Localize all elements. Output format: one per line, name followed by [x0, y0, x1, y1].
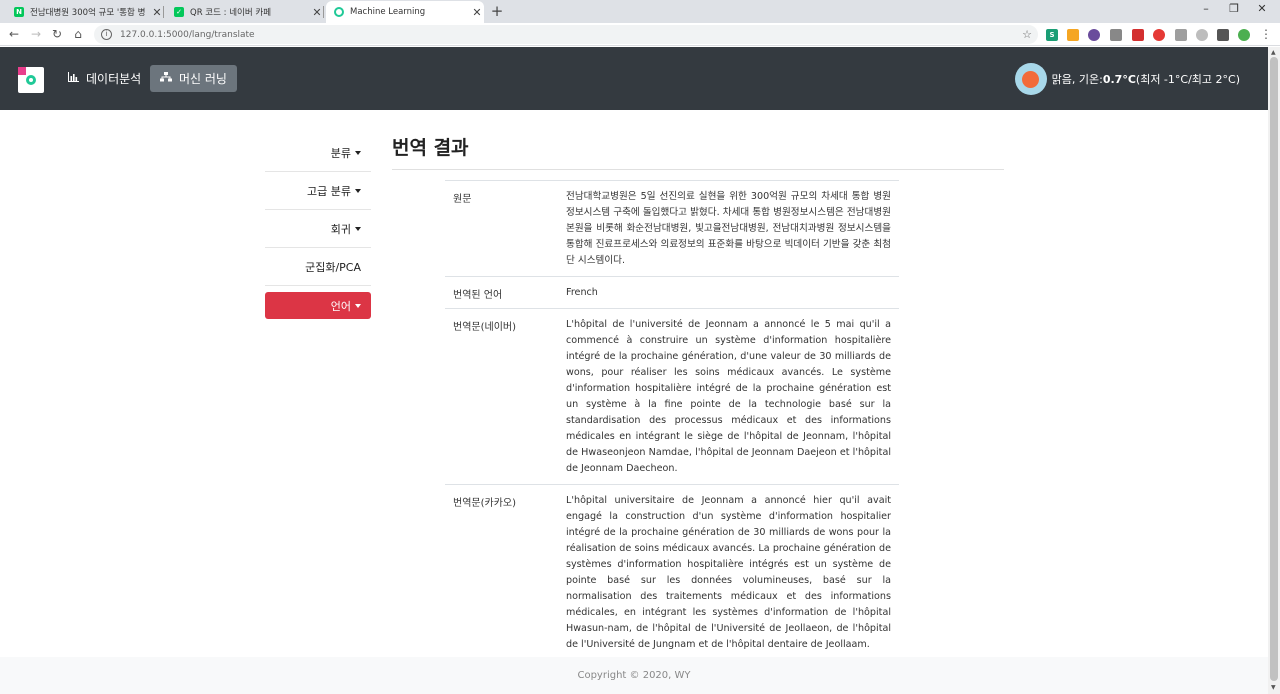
result-table: 원문 전남대학교병원은 5일 선진의료 실현을 위한 300억원 규모의 차세대…: [445, 180, 899, 660]
sidebar-item-label: 군집화/PCA: [305, 260, 361, 274]
scroll-down-icon[interactable]: ▼: [1271, 684, 1276, 691]
row-value: French: [566, 287, 598, 298]
browser-tab-title: 전남대병원 300억 규모 '통합 병: [30, 8, 146, 18]
bookmark-star-icon[interactable]: ☆: [1022, 28, 1032, 41]
browser-tab-1[interactable]: N 전남대병원 300억 규모 '통합 병 ✕: [6, 1, 164, 23]
browser-tab-2[interactable]: ✓ QR 코드 : 네이버 카페 ✕: [166, 1, 324, 23]
scrollbar-thumb[interactable]: [1270, 57, 1278, 681]
close-tab-icon[interactable]: ✕: [310, 6, 324, 19]
close-window-icon[interactable]: ✕: [1250, 2, 1274, 15]
copyright-text: Copyright © 2020, WY: [577, 670, 691, 681]
nav-data-analysis[interactable]: 데이터분석: [58, 65, 151, 92]
weather-range: (최저 -1°C/최고 2°C): [1135, 73, 1240, 86]
row-value: 전남대학교병원은 5일 선진의료 실현을 위한 300억원 규모의 차세대 통합…: [566, 191, 891, 266]
weather-temperature: 0.7°C: [1102, 72, 1136, 86]
sunny-weather-icon: [1014, 63, 1047, 95]
profile-avatar-icon[interactable]: [1238, 29, 1250, 41]
sitemap-icon: [160, 72, 172, 85]
sidebar-item-regression[interactable]: 회귀: [265, 210, 371, 248]
cafe-favicon-icon: ✓: [174, 7, 184, 17]
sidebar-item-advanced-classification[interactable]: 고급 분류: [265, 172, 371, 210]
browser-tabbar: N 전남대병원 300억 규모 '통합 병 ✕ ✓ QR 코드 : 네이버 카페…: [0, 0, 1280, 23]
browser-toolbar: ← → ↻ ⌂ i 127.0.0.1:5000/lang/translate …: [0, 23, 1280, 46]
browser-tab-title: Machine Learning: [350, 7, 426, 17]
caret-down-icon: [355, 226, 361, 231]
caret-down-icon: [355, 188, 361, 193]
sidebar-item-label: 언어: [330, 299, 351, 313]
adblock-icon[interactable]: [1153, 29, 1165, 41]
close-tab-icon[interactable]: ✕: [470, 6, 484, 19]
page: 데이터분석 머신 러닝 맑음, 기온: 0.7°C (최저 -1°C/최고 2°…: [0, 47, 1268, 694]
extension-s-icon[interactable]: S: [1046, 29, 1058, 41]
minimize-icon[interactable]: –: [1194, 2, 1218, 15]
sidebar-item-classification[interactable]: 분류: [265, 134, 371, 172]
forward-icon[interactable]: →: [28, 26, 44, 42]
sidebar-item-language[interactable]: 언어: [265, 292, 371, 319]
extension-circle-icon[interactable]: [1088, 29, 1100, 41]
nav-machine-learning[interactable]: 머신 러닝: [150, 65, 237, 92]
table-row: 번역문(네이버) L'hôpital de l'université de Je…: [445, 308, 899, 484]
url-text[interactable]: 127.0.0.1:5000/lang/translate: [120, 30, 1022, 40]
sidebar-item-clustering-pca[interactable]: 군집화/PCA: [265, 248, 371, 286]
sidebar-item-label: 고급 분류: [307, 184, 351, 198]
row-value: L'hôpital universitaire de Jeonnam a ann…: [566, 495, 891, 650]
row-key: 번역문(카카오): [453, 498, 517, 509]
browser-tab-title: QR 코드 : 네이버 카페: [190, 8, 272, 18]
footer: Copyright © 2020, WY: [0, 657, 1268, 694]
weather-widget: 맑음, 기온: 0.7°C (최저 -1°C/최고 2°C): [1014, 63, 1240, 95]
caret-down-icon: [355, 303, 361, 308]
nav-label: 머신 러닝: [179, 72, 227, 86]
maximize-icon[interactable]: ❐: [1222, 2, 1246, 15]
close-tab-icon[interactable]: ✕: [150, 6, 164, 19]
extension-cast-icon[interactable]: [1175, 29, 1187, 41]
site-logo[interactable]: [18, 67, 44, 93]
table-row: 원문 전남대학교병원은 5일 선진의료 실현을 위한 300억원 규모의 차세대…: [445, 180, 899, 276]
row-value: L'hôpital de l'université de Jeonnam a a…: [566, 319, 891, 474]
browser-menu-icon[interactable]: ⋮: [1258, 26, 1274, 42]
sidebar-item-label: 분류: [330, 146, 351, 160]
bar-chart-icon: [68, 72, 79, 85]
extension-globe-icon[interactable]: [1196, 29, 1208, 41]
sidebar-item-label: 회귀: [330, 222, 351, 236]
top-navbar: 데이터분석 머신 러닝 맑음, 기온: 0.7°C (최저 -1°C/최고 2°…: [0, 47, 1268, 110]
row-key: 번역된 언어: [453, 290, 503, 301]
page-scrollbar[interactable]: ▲ ▼: [1268, 47, 1280, 694]
extension-key-icon[interactable]: [1067, 29, 1079, 41]
scroll-up-icon[interactable]: ▲: [1271, 49, 1276, 56]
extension-pdf-icon[interactable]: [1132, 29, 1144, 41]
naver-favicon-icon: N: [14, 7, 24, 17]
reload-icon[interactable]: ↻: [49, 26, 65, 42]
nav-label: 데이터분석: [86, 72, 142, 86]
page-title: 번역 결과: [392, 137, 469, 159]
row-key: 원문: [453, 194, 472, 205]
extensions-icon[interactable]: [1217, 29, 1229, 41]
home-icon[interactable]: ⌂: [70, 26, 86, 42]
back-icon[interactable]: ←: [6, 26, 22, 42]
address-bar[interactable]: i 127.0.0.1:5000/lang/translate ☆: [94, 25, 1038, 44]
caret-down-icon: [355, 150, 361, 155]
new-tab-icon[interactable]: +: [488, 3, 506, 21]
weather-condition: 맑음, 기온:: [1051, 73, 1103, 86]
table-row: 번역문(카카오) L'hôpital universitaire de Jeon…: [445, 484, 899, 660]
extension-puzzle-icon[interactable]: [1110, 29, 1122, 41]
title-divider: [392, 169, 1004, 170]
browser-tab-3[interactable]: Machine Learning ✕: [326, 1, 484, 23]
site-info-icon[interactable]: i: [101, 29, 112, 40]
row-key: 번역문(네이버): [453, 322, 517, 333]
ml-favicon-icon: [334, 7, 344, 17]
table-row: 번역된 언어 French: [445, 276, 899, 308]
